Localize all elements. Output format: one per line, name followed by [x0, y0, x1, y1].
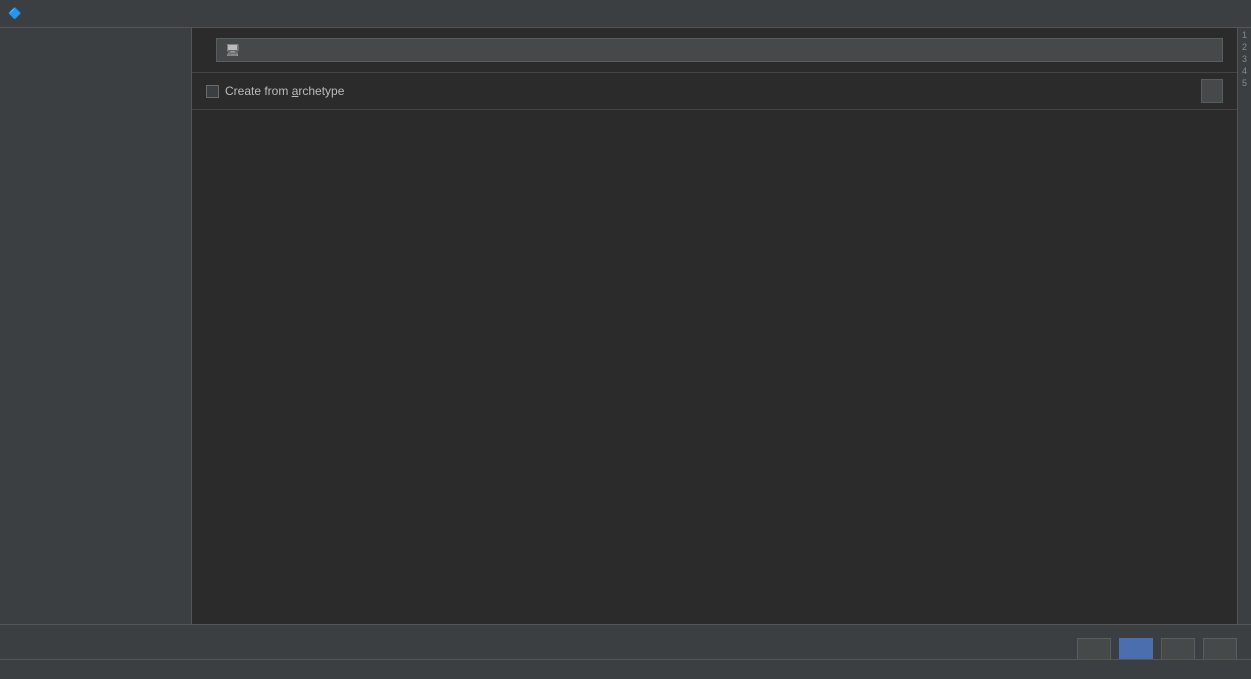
checkbox-row: Create from archetype [192, 73, 1237, 109]
scroll-indicators: 1 2 3 4 5 [1237, 28, 1251, 624]
sidebar [0, 28, 192, 624]
main-container: 🖥 Create from archetype 1 2 3 4 5 [0, 28, 1251, 624]
add-archetype-button[interactable] [1201, 79, 1223, 103]
title-bar: 🔷 [0, 0, 1251, 28]
status-bar [0, 659, 1251, 679]
content-area: 🖥 Create from archetype [192, 28, 1237, 624]
archetype-list[interactable] [192, 109, 1237, 624]
sdk-row: 🖥 [192, 28, 1237, 73]
archetype-label: Create from archetype [225, 84, 344, 98]
module-icon: 🔷 [8, 7, 22, 21]
title-bar-left: 🔷 [8, 7, 28, 21]
sdk-icon: 🖥 [225, 43, 240, 57]
archetype-checkbox[interactable] [206, 85, 219, 98]
sdk-dropdown-value: 🖥 [225, 43, 245, 57]
sdk-dropdown[interactable]: 🖥 [216, 38, 1223, 62]
